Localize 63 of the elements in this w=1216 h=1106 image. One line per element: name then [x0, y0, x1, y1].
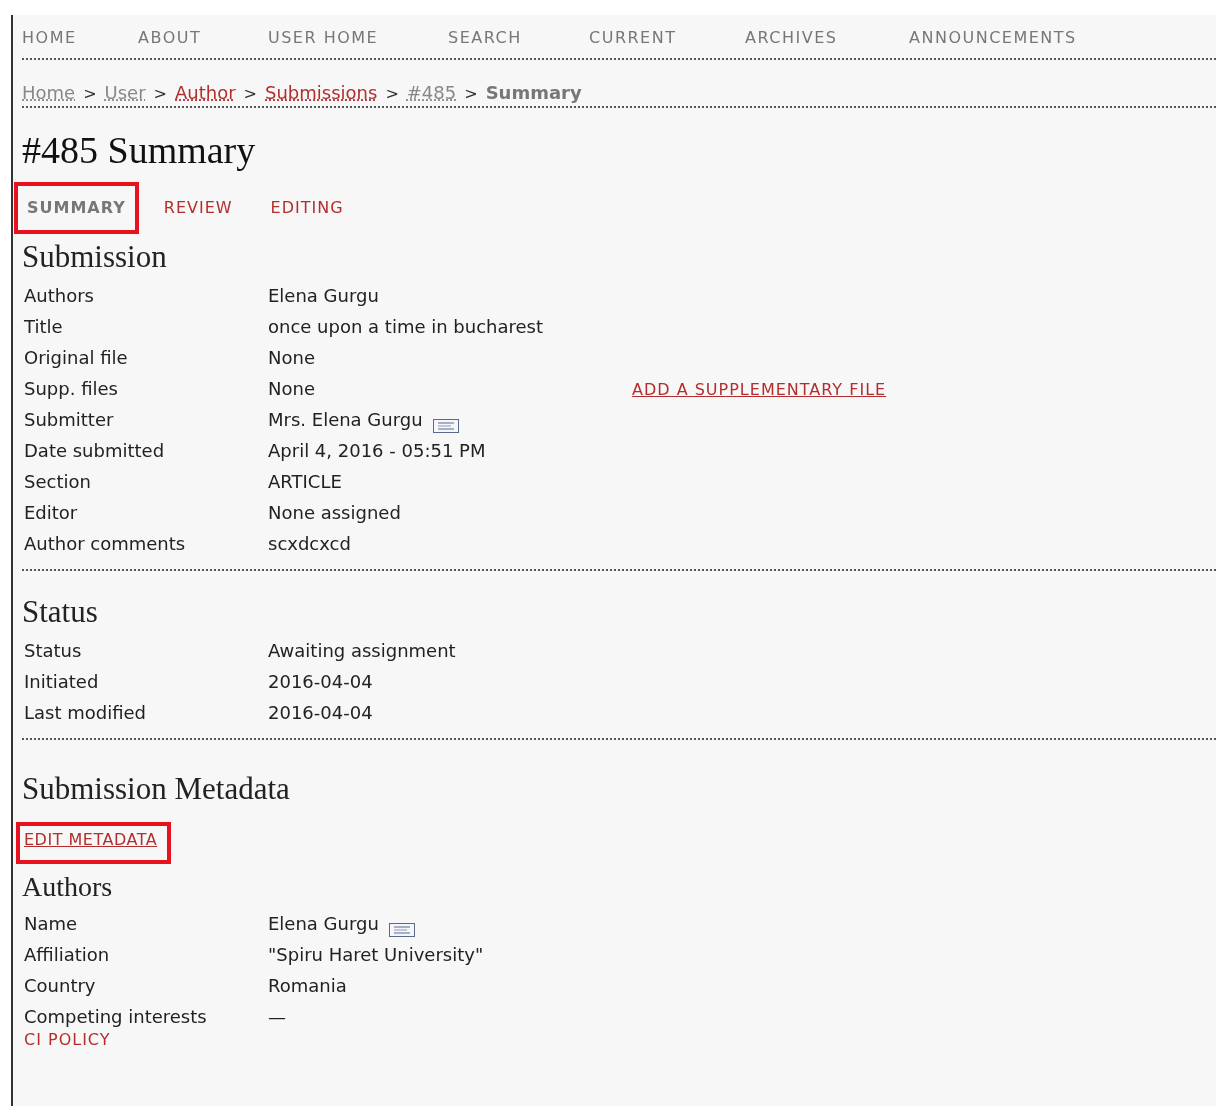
- tab[interactable]: SUMMARY: [14, 182, 139, 234]
- field-label: Title: [24, 315, 64, 339]
- field-label: Initiated: [24, 670, 100, 694]
- breadcrumb-separator: >: [385, 83, 399, 105]
- field-label: Affiliation: [24, 943, 111, 967]
- breadcrumb-separator: >: [83, 83, 97, 105]
- breadcrumb-current: Summary: [485, 81, 582, 105]
- field-label: Author comments: [24, 532, 187, 556]
- breadcrumb-link[interactable]: Submissions: [265, 79, 378, 106]
- breadcrumb-link[interactable]: Home: [22, 79, 76, 106]
- field-value: Awaiting assignment: [268, 639, 456, 663]
- breadcrumb-separator: >: [243, 83, 257, 105]
- section-heading: Status: [22, 593, 99, 631]
- field-label: Last modified: [24, 701, 148, 725]
- field-label: Status: [24, 639, 83, 663]
- field-label: Country: [24, 974, 97, 998]
- field-value: "Spiru Haret University": [268, 943, 484, 967]
- field-label: Editor: [24, 501, 79, 525]
- field-label: Original file: [24, 346, 129, 370]
- field-value: ARTICLE: [268, 470, 342, 494]
- field-value: 2016-04-04: [268, 701, 373, 725]
- breadcrumb-link[interactable]: User: [104, 79, 146, 106]
- nav-link[interactable]: USER HOME: [268, 27, 379, 47]
- nav-link[interactable]: ANNOUNCEMENTS: [909, 27, 1077, 47]
- field-label: Submitter: [24, 408, 115, 432]
- breadcrumb-link[interactable]: #485: [406, 79, 457, 106]
- breadcrumb-separator: >: [153, 83, 167, 105]
- ci-policy-link[interactable]: CI POLICY: [22, 1030, 111, 1050]
- field-value: —: [268, 1005, 286, 1029]
- nav-link[interactable]: ABOUT: [138, 27, 202, 47]
- envelope-icon[interactable]: [388, 923, 415, 937]
- page-title: #485 Summary: [22, 128, 257, 173]
- field-value: None: [268, 377, 315, 401]
- field-value: None: [268, 346, 315, 370]
- field-value: Elena Gurgu: [268, 284, 379, 308]
- section-heading: Submission: [22, 238, 168, 276]
- subsection-heading: Authors: [22, 870, 114, 904]
- field-value: once upon a time in bucharest: [268, 315, 544, 339]
- field-label: Name: [24, 912, 79, 936]
- field-label: Authors: [24, 284, 95, 308]
- envelope-icon[interactable]: [432, 419, 459, 433]
- add-supplementary-file-link[interactable]: ADD A SUPPLEMENTARY FILE: [632, 378, 887, 402]
- nav-link[interactable]: ARCHIVES: [745, 27, 838, 47]
- field-value: 2016-04-04: [268, 670, 373, 694]
- field-label: Supp. files: [24, 377, 119, 401]
- breadcrumb-link[interactable]: Author: [175, 79, 236, 106]
- field-label: Competing interests: [24, 1005, 208, 1029]
- field-label: Section: [24, 470, 92, 494]
- nav-link[interactable]: HOME: [22, 27, 77, 47]
- nav-link[interactable]: SEARCH: [448, 27, 522, 47]
- field-value: scxdcxcd: [268, 532, 351, 556]
- edit-metadata-link[interactable]: EDIT METADATA: [16, 822, 172, 864]
- breadcrumb-separator: >: [464, 83, 478, 105]
- section-heading: Submission Metadata: [22, 770, 291, 808]
- field-label: Date submitted: [24, 439, 166, 463]
- nav-link[interactable]: CURRENT: [589, 27, 677, 47]
- field-value: Elena Gurgu: [268, 912, 379, 936]
- field-value: None assigned: [268, 501, 401, 525]
- field-value: Romania: [268, 974, 347, 998]
- field-value: Mrs. Elena Gurgu: [268, 408, 423, 432]
- tab[interactable]: REVIEW: [150, 182, 246, 234]
- field-value: April 4, 2016 - 05:51 PM: [268, 439, 486, 463]
- tab[interactable]: EDITING: [257, 182, 357, 234]
